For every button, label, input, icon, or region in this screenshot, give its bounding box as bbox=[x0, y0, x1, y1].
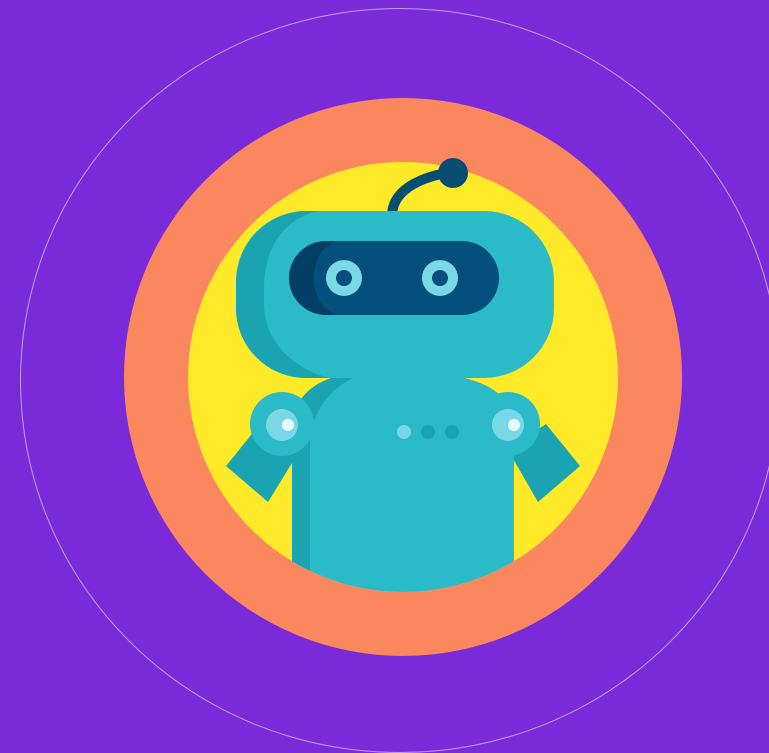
app-stage bbox=[0, 0, 769, 753]
chest-dot bbox=[397, 425, 411, 439]
robot-avatar bbox=[124, 98, 682, 656]
antenna-tip bbox=[438, 158, 468, 188]
right-shoulder-glint bbox=[508, 419, 520, 431]
chest-dot bbox=[445, 425, 459, 439]
right-pupil bbox=[432, 270, 448, 286]
left-pupil bbox=[336, 270, 352, 286]
left-shoulder-glint bbox=[282, 419, 294, 431]
robot-icon bbox=[124, 98, 682, 656]
chest-dot bbox=[421, 425, 435, 439]
